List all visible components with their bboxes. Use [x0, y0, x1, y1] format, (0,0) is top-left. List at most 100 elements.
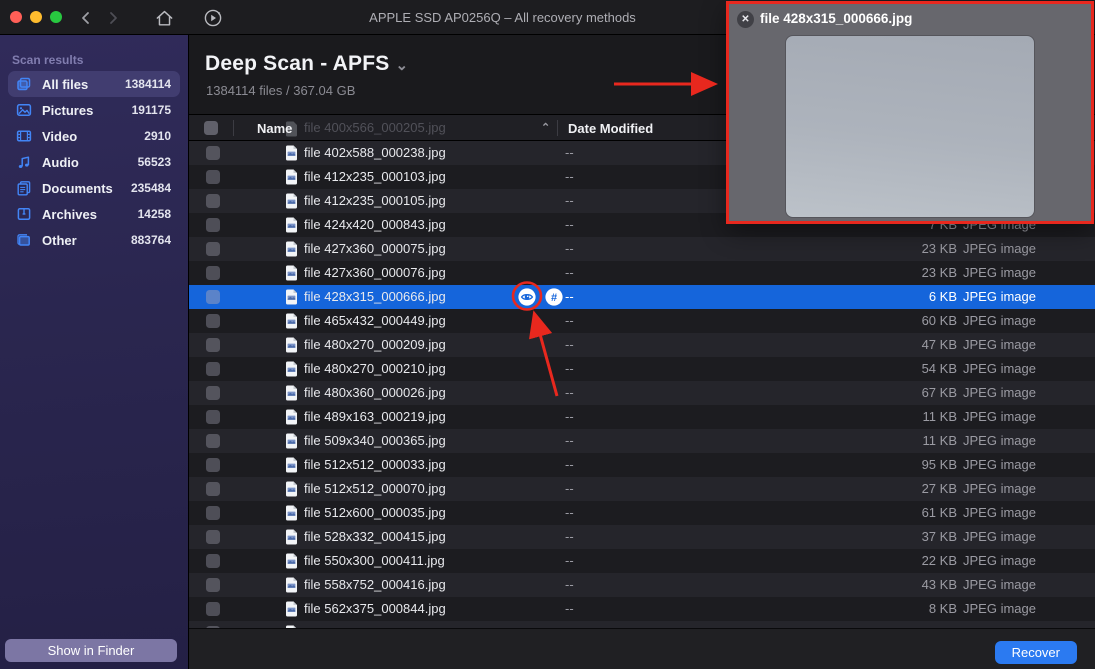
- file-name: file 550x300_000411.jpg: [304, 553, 445, 568]
- row-checkbox[interactable]: [206, 434, 220, 448]
- table-row[interactable]: file 427x360_000076.jpg -- 23 KB JPEG im…: [189, 261, 1095, 285]
- preview-image: [785, 35, 1035, 218]
- row-checkbox[interactable]: [206, 458, 220, 472]
- file-date-modified: --: [565, 193, 574, 208]
- row-actions: #: [518, 288, 563, 306]
- file-size: 47 KB: [921, 337, 957, 352]
- file-type: JPEG image: [963, 385, 1036, 400]
- show-in-finder-button[interactable]: Show in Finder: [5, 639, 177, 662]
- sidebar-item-audio[interactable]: Audio 56523: [8, 149, 180, 175]
- jpeg-file-icon: [285, 193, 298, 209]
- sidebar: Scan results All files 1384114 Pictures …: [0, 35, 189, 669]
- row-checkbox[interactable]: [206, 506, 220, 520]
- file-date-modified: --: [565, 553, 574, 568]
- table-row[interactable]: file 489x163_000219.jpg -- 11 KB JPEG im…: [189, 405, 1095, 429]
- sidebar-item-count: 191175: [131, 103, 171, 117]
- table-row[interactable]: file 550x300_000411.jpg -- 22 KB JPEG im…: [189, 549, 1095, 573]
- sidebar-item-other[interactable]: Other 883764: [8, 227, 180, 253]
- file-date-modified: --: [565, 457, 574, 472]
- sort-ascending-icon[interactable]: ⌃: [541, 121, 550, 134]
- file-type: JPEG image: [963, 241, 1036, 256]
- jpeg-file-icon: [285, 505, 298, 521]
- table-row[interactable]: file 512x600_000035.jpg -- 61 KB JPEG im…: [189, 501, 1095, 525]
- file-size: 22 KB: [921, 553, 957, 568]
- row-checkbox[interactable]: [206, 266, 220, 280]
- sidebar-item-count: 2910: [144, 129, 171, 143]
- table-row[interactable]: file 509x340_000365.jpg -- 11 KB JPEG im…: [189, 429, 1095, 453]
- sidebar-item-all-files[interactable]: All files 1384114: [8, 71, 180, 97]
- table-row[interactable]: [189, 621, 1095, 628]
- table-row[interactable]: file 512x512_000033.jpg -- 95 KB JPEG im…: [189, 453, 1095, 477]
- row-checkbox[interactable]: [206, 602, 220, 616]
- row-checkbox[interactable]: [206, 410, 220, 424]
- video-icon: [16, 128, 32, 144]
- back-icon[interactable]: [74, 6, 98, 30]
- documents-icon: [16, 180, 32, 196]
- table-row[interactable]: file 427x360_000075.jpg -- 23 KB JPEG im…: [189, 237, 1095, 261]
- row-checkbox[interactable]: [206, 242, 220, 256]
- table-row[interactable]: file 512x512_000070.jpg -- 27 KB JPEG im…: [189, 477, 1095, 501]
- file-name: file 512x512_000070.jpg: [304, 481, 446, 496]
- sidebar-item-pictures[interactable]: Pictures 191175: [8, 97, 180, 123]
- sidebar-item-archives[interactable]: Archives 14258: [8, 201, 180, 227]
- table-row[interactable]: file 465x432_000449.jpg -- 60 KB JPEG im…: [189, 309, 1095, 333]
- row-checkbox[interactable]: [206, 170, 220, 184]
- row-checkbox[interactable]: [206, 362, 220, 376]
- rescan-icon[interactable]: [201, 6, 225, 30]
- table-row[interactable]: file 428x315_000666.jpg # -- 6 KB JPEG i…: [189, 285, 1095, 309]
- row-checkbox[interactable]: [206, 146, 220, 160]
- select-all-checkbox[interactable]: [204, 121, 218, 135]
- column-header-name[interactable]: Name: [257, 121, 292, 136]
- table-row[interactable]: file 562x375_000844.jpg -- 8 KB JPEG ima…: [189, 597, 1095, 621]
- file-date-modified: --: [565, 361, 574, 376]
- scan-title[interactable]: Deep Scan - APFS ⌄: [205, 52, 408, 76]
- file-date-modified: --: [565, 265, 574, 280]
- home-icon[interactable]: [152, 6, 176, 30]
- file-size: 6 KB: [928, 289, 957, 304]
- column-header-date-modified[interactable]: Date Modified: [568, 121, 653, 136]
- file-name: file 528x332_000415.jpg: [304, 529, 446, 544]
- sidebar-item-label: All files: [42, 76, 89, 92]
- table-row[interactable]: file 480x270_000209.jpg -- 47 KB JPEG im…: [189, 333, 1095, 357]
- row-checkbox[interactable]: [206, 338, 220, 352]
- jpeg-file-icon: [285, 553, 298, 569]
- row-checkbox[interactable]: [206, 290, 220, 304]
- sidebar-item-count: 1384114: [124, 77, 171, 91]
- row-checkbox[interactable]: [206, 530, 220, 544]
- file-date-modified: --: [565, 169, 574, 184]
- chevron-down-icon[interactable]: ⌄: [395, 57, 408, 74]
- recovery-chances-icon[interactable]: #: [545, 288, 563, 306]
- row-checkbox[interactable]: [206, 386, 220, 400]
- file-size: 8 KB: [928, 601, 957, 616]
- forward-icon[interactable]: [101, 6, 125, 30]
- row-checkbox[interactable]: [206, 554, 220, 568]
- row-checkbox[interactable]: [206, 482, 220, 496]
- row-checkbox[interactable]: [206, 194, 220, 208]
- sidebar-item-video[interactable]: Video 2910: [8, 123, 180, 149]
- table-row[interactable]: file 480x360_000026.jpg -- 67 KB JPEG im…: [189, 381, 1095, 405]
- zoom-window-button[interactable]: [50, 11, 62, 23]
- file-date-modified: --: [565, 337, 574, 352]
- file-size: 11 KB: [922, 409, 957, 424]
- row-checkbox[interactable]: [206, 578, 220, 592]
- sidebar-item-label: Documents: [42, 180, 113, 196]
- table-row[interactable]: file 528x332_000415.jpg -- 37 KB JPEG im…: [189, 525, 1095, 549]
- file-size: 23 KB: [921, 241, 957, 256]
- minimize-window-button[interactable]: [30, 11, 42, 23]
- table-row[interactable]: file 480x270_000210.jpg -- 54 KB JPEG im…: [189, 357, 1095, 381]
- close-icon[interactable]: ✕: [737, 11, 754, 28]
- table-row[interactable]: file 558x752_000416.jpg -- 43 KB JPEG im…: [189, 573, 1095, 597]
- pictures-icon: [16, 102, 32, 118]
- row-checkbox[interactable]: [206, 314, 220, 328]
- file-size: 11 KB: [922, 433, 957, 448]
- sidebar-item-count: 883764: [130, 233, 171, 247]
- file-name: file 489x163_000219.jpg: [304, 409, 446, 424]
- row-checkbox[interactable]: [206, 218, 220, 232]
- file-name: file 427x360_000075.jpg: [304, 241, 446, 256]
- preview-eye-icon[interactable]: [518, 288, 536, 306]
- sidebar-item-label: Pictures: [42, 102, 94, 118]
- close-window-button[interactable]: [10, 11, 22, 23]
- recover-button[interactable]: Recover: [994, 641, 1077, 664]
- file-type: JPEG image: [963, 577, 1036, 592]
- sidebar-item-documents[interactable]: Documents 235484: [8, 175, 180, 201]
